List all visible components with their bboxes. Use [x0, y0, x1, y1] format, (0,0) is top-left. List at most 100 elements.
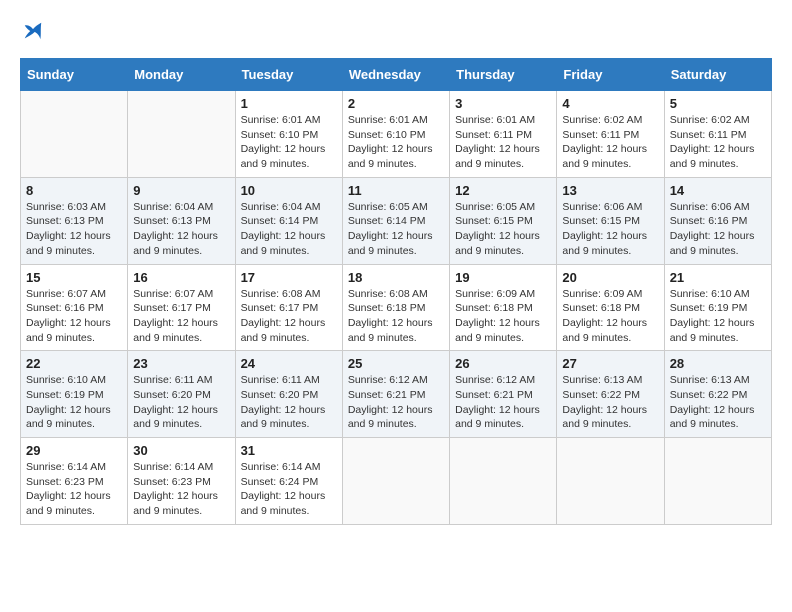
day-number: 14 — [670, 183, 766, 198]
calendar-header: SundayMondayTuesdayWednesdayThursdayFrid… — [21, 59, 772, 91]
day-number: 1 — [241, 96, 337, 111]
day-cell-18: 18 Sunrise: 6:08 AMSunset: 6:18 PMDaylig… — [342, 264, 449, 351]
day-number: 26 — [455, 356, 551, 371]
day-number: 21 — [670, 270, 766, 285]
day-info: Sunrise: 6:12 AMSunset: 6:21 PMDaylight:… — [348, 374, 433, 430]
day-cell-4: 4 Sunrise: 6:02 AMSunset: 6:11 PMDayligh… — [557, 91, 664, 178]
empty-cell — [450, 438, 557, 525]
day-info: Sunrise: 6:11 AMSunset: 6:20 PMDaylight:… — [241, 374, 326, 430]
day-number: 11 — [348, 183, 444, 198]
day-number: 5 — [670, 96, 766, 111]
day-cell-30: 30 Sunrise: 6:14 AMSunset: 6:23 PMDaylig… — [128, 438, 235, 525]
day-cell-9: 9 Sunrise: 6:04 AMSunset: 6:13 PMDayligh… — [128, 177, 235, 264]
day-info: Sunrise: 6:09 AMSunset: 6:18 PMDaylight:… — [455, 288, 540, 344]
header-cell-monday: Monday — [128, 59, 235, 91]
day-cell-2: 2 Sunrise: 6:01 AMSunset: 6:10 PMDayligh… — [342, 91, 449, 178]
day-number: 17 — [241, 270, 337, 285]
day-cell-3: 3 Sunrise: 6:01 AMSunset: 6:11 PMDayligh… — [450, 91, 557, 178]
day-cell-5: 5 Sunrise: 6:02 AMSunset: 6:11 PMDayligh… — [664, 91, 771, 178]
day-number: 29 — [26, 443, 122, 458]
day-number: 8 — [26, 183, 122, 198]
day-cell-31: 31 Sunrise: 6:14 AMSunset: 6:24 PMDaylig… — [235, 438, 342, 525]
day-info: Sunrise: 6:04 AMSunset: 6:13 PMDaylight:… — [133, 201, 218, 257]
day-info: Sunrise: 6:10 AMSunset: 6:19 PMDaylight:… — [670, 288, 755, 344]
day-cell-23: 23 Sunrise: 6:11 AMSunset: 6:20 PMDaylig… — [128, 351, 235, 438]
day-number: 30 — [133, 443, 229, 458]
day-cell-28: 28 Sunrise: 6:13 AMSunset: 6:22 PMDaylig… — [664, 351, 771, 438]
day-info: Sunrise: 6:08 AMSunset: 6:18 PMDaylight:… — [348, 288, 433, 344]
day-info: Sunrise: 6:04 AMSunset: 6:14 PMDaylight:… — [241, 201, 326, 257]
day-number: 25 — [348, 356, 444, 371]
day-number: 31 — [241, 443, 337, 458]
day-info: Sunrise: 6:02 AMSunset: 6:11 PMDaylight:… — [670, 114, 755, 170]
week-row-4: 22 Sunrise: 6:10 AMSunset: 6:19 PMDaylig… — [21, 351, 772, 438]
day-number: 27 — [562, 356, 658, 371]
day-info: Sunrise: 6:02 AMSunset: 6:11 PMDaylight:… — [562, 114, 647, 170]
day-cell-29: 29 Sunrise: 6:14 AMSunset: 6:23 PMDaylig… — [21, 438, 128, 525]
day-cell-15: 15 Sunrise: 6:07 AMSunset: 6:16 PMDaylig… — [21, 264, 128, 351]
day-cell-25: 25 Sunrise: 6:12 AMSunset: 6:21 PMDaylig… — [342, 351, 449, 438]
empty-cell — [557, 438, 664, 525]
empty-cell — [664, 438, 771, 525]
day-number: 3 — [455, 96, 551, 111]
day-info: Sunrise: 6:14 AMSunset: 6:23 PMDaylight:… — [26, 461, 111, 517]
logo — [20, 20, 44, 42]
day-info: Sunrise: 6:05 AMSunset: 6:15 PMDaylight:… — [455, 201, 540, 257]
day-cell-8: 8 Sunrise: 6:03 AMSunset: 6:13 PMDayligh… — [21, 177, 128, 264]
day-info: Sunrise: 6:14 AMSunset: 6:24 PMDaylight:… — [241, 461, 326, 517]
day-info: Sunrise: 6:08 AMSunset: 6:17 PMDaylight:… — [241, 288, 326, 344]
day-cell-13: 13 Sunrise: 6:06 AMSunset: 6:15 PMDaylig… — [557, 177, 664, 264]
day-number: 9 — [133, 183, 229, 198]
header-cell-saturday: Saturday — [664, 59, 771, 91]
day-cell-19: 19 Sunrise: 6:09 AMSunset: 6:18 PMDaylig… — [450, 264, 557, 351]
empty-cell — [21, 91, 128, 178]
week-row-3: 15 Sunrise: 6:07 AMSunset: 6:16 PMDaylig… — [21, 264, 772, 351]
calendar-body: 1 Sunrise: 6:01 AMSunset: 6:10 PMDayligh… — [21, 91, 772, 525]
day-info: Sunrise: 6:06 AMSunset: 6:16 PMDaylight:… — [670, 201, 755, 257]
day-cell-26: 26 Sunrise: 6:12 AMSunset: 6:21 PMDaylig… — [450, 351, 557, 438]
header-cell-friday: Friday — [557, 59, 664, 91]
day-number: 15 — [26, 270, 122, 285]
day-info: Sunrise: 6:01 AMSunset: 6:10 PMDaylight:… — [348, 114, 433, 170]
day-info: Sunrise: 6:11 AMSunset: 6:20 PMDaylight:… — [133, 374, 218, 430]
logo-bird-icon — [22, 20, 44, 42]
day-cell-16: 16 Sunrise: 6:07 AMSunset: 6:17 PMDaylig… — [128, 264, 235, 351]
week-row-5: 29 Sunrise: 6:14 AMSunset: 6:23 PMDaylig… — [21, 438, 772, 525]
day-number: 18 — [348, 270, 444, 285]
page-header — [20, 20, 772, 42]
day-number: 2 — [348, 96, 444, 111]
day-number: 22 — [26, 356, 122, 371]
day-info: Sunrise: 6:13 AMSunset: 6:22 PMDaylight:… — [562, 374, 647, 430]
empty-cell — [342, 438, 449, 525]
day-info: Sunrise: 6:03 AMSunset: 6:13 PMDaylight:… — [26, 201, 111, 257]
week-row-1: 1 Sunrise: 6:01 AMSunset: 6:10 PMDayligh… — [21, 91, 772, 178]
day-info: Sunrise: 6:05 AMSunset: 6:14 PMDaylight:… — [348, 201, 433, 257]
day-cell-17: 17 Sunrise: 6:08 AMSunset: 6:17 PMDaylig… — [235, 264, 342, 351]
day-info: Sunrise: 6:13 AMSunset: 6:22 PMDaylight:… — [670, 374, 755, 430]
header-cell-tuesday: Tuesday — [235, 59, 342, 91]
day-cell-14: 14 Sunrise: 6:06 AMSunset: 6:16 PMDaylig… — [664, 177, 771, 264]
empty-cell — [128, 91, 235, 178]
day-cell-10: 10 Sunrise: 6:04 AMSunset: 6:14 PMDaylig… — [235, 177, 342, 264]
day-cell-21: 21 Sunrise: 6:10 AMSunset: 6:19 PMDaylig… — [664, 264, 771, 351]
week-row-2: 8 Sunrise: 6:03 AMSunset: 6:13 PMDayligh… — [21, 177, 772, 264]
day-info: Sunrise: 6:09 AMSunset: 6:18 PMDaylight:… — [562, 288, 647, 344]
day-info: Sunrise: 6:10 AMSunset: 6:19 PMDaylight:… — [26, 374, 111, 430]
day-number: 19 — [455, 270, 551, 285]
day-number: 16 — [133, 270, 229, 285]
day-info: Sunrise: 6:07 AMSunset: 6:17 PMDaylight:… — [133, 288, 218, 344]
day-number: 13 — [562, 183, 658, 198]
day-info: Sunrise: 6:01 AMSunset: 6:10 PMDaylight:… — [241, 114, 326, 170]
day-cell-12: 12 Sunrise: 6:05 AMSunset: 6:15 PMDaylig… — [450, 177, 557, 264]
day-cell-20: 20 Sunrise: 6:09 AMSunset: 6:18 PMDaylig… — [557, 264, 664, 351]
day-info: Sunrise: 6:14 AMSunset: 6:23 PMDaylight:… — [133, 461, 218, 517]
header-cell-thursday: Thursday — [450, 59, 557, 91]
day-cell-22: 22 Sunrise: 6:10 AMSunset: 6:19 PMDaylig… — [21, 351, 128, 438]
day-info: Sunrise: 6:01 AMSunset: 6:11 PMDaylight:… — [455, 114, 540, 170]
calendar-table: SundayMondayTuesdayWednesdayThursdayFrid… — [20, 58, 772, 525]
day-cell-24: 24 Sunrise: 6:11 AMSunset: 6:20 PMDaylig… — [235, 351, 342, 438]
day-cell-1: 1 Sunrise: 6:01 AMSunset: 6:10 PMDayligh… — [235, 91, 342, 178]
day-number: 12 — [455, 183, 551, 198]
day-number: 4 — [562, 96, 658, 111]
day-number: 20 — [562, 270, 658, 285]
